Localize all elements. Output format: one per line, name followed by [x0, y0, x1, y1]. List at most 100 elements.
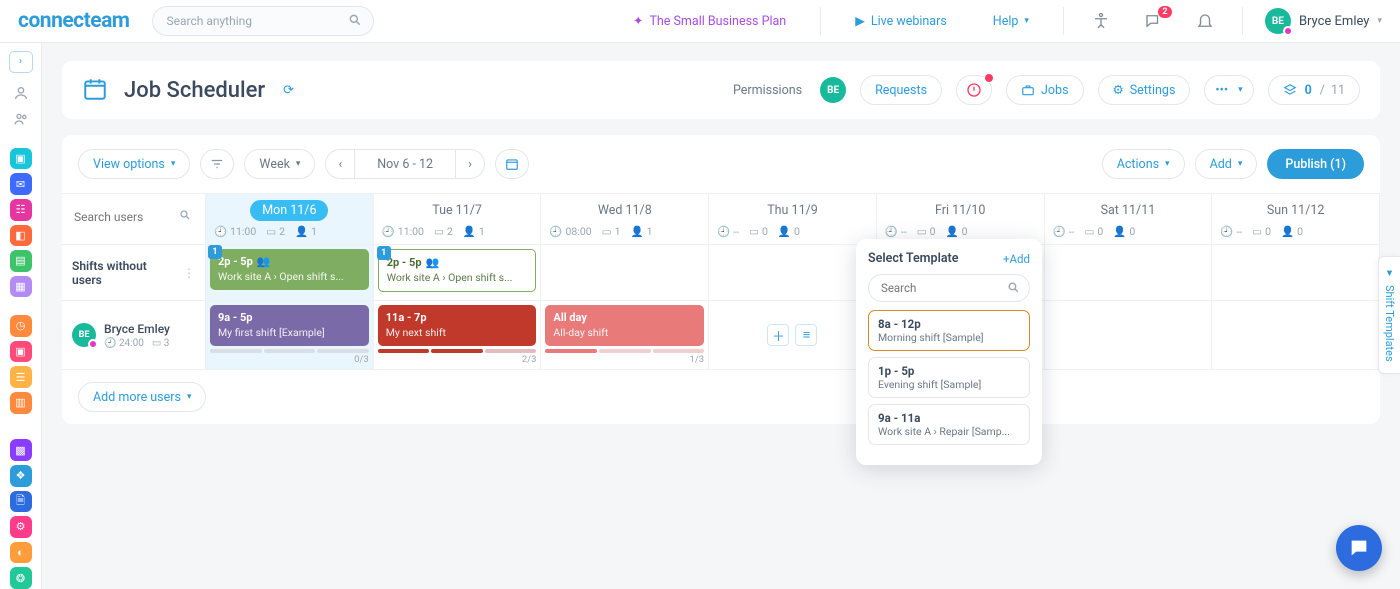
day-header-mon[interactable]: Mon 11/6 🕘 11:00▭ 2👤 1: [206, 194, 374, 245]
cell-unassigned-wed[interactable]: [541, 245, 709, 301]
nav-item-16[interactable]: ❂: [10, 567, 32, 589]
nav-item-10[interactable]: ▥: [10, 392, 32, 414]
template-item[interactable]: 8a - 12p Morning shift [Sample]: [868, 310, 1030, 351]
actions-button[interactable]: Actions▾: [1102, 149, 1185, 179]
nav-item-11[interactable]: ▩: [10, 439, 32, 461]
chat-fab[interactable]: [1336, 525, 1382, 571]
day-header-sat[interactable]: Sat 11/11 🕘 --▭ 0👤 0: [1045, 194, 1213, 245]
alert-button[interactable]: [956, 75, 992, 105]
plan-link[interactable]: ✦ The Small Business Plan: [621, 0, 798, 43]
day-header-thu[interactable]: Thu 11/9 🕘 --▭ 0👤 0: [709, 194, 877, 245]
shift-ratio: 0/3: [210, 354, 369, 365]
shift-card[interactable]: 1 2p - 5p 👥 Work site A › Open shift s..…: [210, 249, 369, 290]
template-item[interactable]: 1p - 5p Evening shift [Sample]: [868, 357, 1030, 398]
shift-card[interactable]: 11a - 7p My next shift: [378, 305, 537, 346]
day-header-wed[interactable]: Wed 11/8 🕘 08:00▭ 1👤 1: [541, 194, 709, 245]
nav-item-3[interactable]: ☷: [10, 199, 32, 221]
nav-item-15[interactable]: ◐: [10, 542, 32, 564]
nav-item-13[interactable]: 🗎: [10, 491, 32, 513]
shift-ratio: 2/3: [378, 354, 537, 365]
users-icon: 👥: [257, 255, 271, 270]
day-label: Tue 11/7: [420, 200, 494, 221]
cell-unassigned-sun[interactable]: [1212, 245, 1380, 301]
cell-user-sun[interactable]: [1212, 301, 1380, 370]
accessibility-button[interactable]: [1086, 12, 1116, 30]
nav-item-4[interactable]: ◧: [10, 225, 32, 247]
nav-item-7[interactable]: ◷: [10, 315, 32, 337]
cell-user-mon[interactable]: 9a - 5p My first shift [Example] 0/3: [206, 301, 374, 370]
day-header-sun[interactable]: Sun 11/12 🕘 --▭ 0👤 0: [1212, 194, 1380, 245]
user-name: Bryce Emley: [1299, 14, 1370, 29]
template-search-input[interactable]: [868, 274, 1030, 302]
nav-item-9[interactable]: ☰: [10, 366, 32, 388]
view-options-button[interactable]: View options▾: [78, 149, 190, 179]
cell-user-sat[interactable]: [1045, 301, 1213, 370]
briefcase-icon: [1021, 83, 1035, 97]
user-row-name: Bryce Emley: [104, 322, 170, 336]
brand-logo[interactable]: connecteam: [18, 9, 130, 33]
cell-unassigned-thu[interactable]: [709, 245, 877, 301]
day-label: Wed 11/8: [586, 200, 664, 221]
rail-expand-button[interactable]: ›: [9, 51, 33, 73]
notifications-button[interactable]: [1190, 12, 1220, 30]
nav-item-6[interactable]: ▦: [10, 276, 32, 298]
shift-card[interactable]: All day All-day shift: [545, 305, 704, 346]
calendar-button[interactable]: [495, 149, 529, 179]
shift-card[interactable]: 9a - 5p My first shift [Example]: [210, 305, 369, 346]
cell-unassigned-mon[interactable]: 1 2p - 5p 👥 Work site A › Open shift s..…: [206, 245, 374, 301]
publish-button[interactable]: Publish (1): [1267, 149, 1364, 179]
webinars-link[interactable]: ▶ Live webinars: [843, 0, 959, 43]
nav-users-icon[interactable]: [10, 108, 32, 130]
permissions-label: Permissions: [733, 83, 802, 98]
global-search[interactable]: [152, 6, 374, 36]
template-item[interactable]: 9a - 11a Work site A › Repair [Samp...: [868, 404, 1030, 445]
plan-label: The Small Business Plan: [649, 14, 786, 29]
cell-user-tue[interactable]: 11a - 7p My next shift 2/3: [374, 301, 542, 370]
page-header: Job Scheduler ⟳ Permissions BE Requests …: [62, 61, 1380, 119]
day-label: Fri 11/10: [923, 200, 997, 221]
published-count[interactable]: 0 / 11: [1268, 75, 1360, 105]
cell-user-thu[interactable]: ＋ ≡: [709, 301, 877, 370]
nav-item-1[interactable]: ▣: [10, 148, 32, 170]
shift-menu-button[interactable]: ≡: [795, 324, 817, 346]
cell-user-wed[interactable]: All day All-day shift 1/3: [541, 301, 709, 370]
messages-button[interactable]: 2: [1138, 12, 1168, 30]
jobs-button[interactable]: Jobs: [1006, 75, 1084, 105]
add-more-users-button[interactable]: Add more users▾: [78, 382, 206, 412]
popover-add-button[interactable]: +Add: [1003, 252, 1030, 266]
nav-item-8[interactable]: ▣: [10, 341, 32, 363]
shift-card[interactable]: 1 2p - 5p 👥 Work site A › Open shift s..…: [378, 249, 537, 292]
user-menu[interactable]: BE Bryce Emley ▾: [1265, 8, 1382, 34]
add-button[interactable]: Add▾: [1195, 149, 1258, 179]
search-users-input[interactable]: [70, 204, 197, 230]
chevron-down-icon: ▾: [1377, 16, 1382, 26]
granularity-button[interactable]: Week▾: [244, 149, 315, 179]
day-header-tue[interactable]: Tue 11/7 🕘 11:00▭ 2👤 1: [374, 194, 542, 245]
date-range-label[interactable]: Nov 6 - 12: [354, 149, 456, 179]
nav-item-14[interactable]: ⚙: [10, 516, 32, 538]
filter-button[interactable]: [200, 149, 234, 179]
permissions-avatar[interactable]: BE: [820, 77, 846, 103]
day-header-fri[interactable]: Fri 11/10 🕘 --▭ 0👤 0: [877, 194, 1045, 245]
requests-button[interactable]: Requests: [860, 75, 942, 105]
nav-user-icon[interactable]: [10, 83, 32, 105]
global-search-input[interactable]: [152, 6, 374, 36]
side-tab-label: Shift Templates: [1383, 285, 1396, 362]
help-link[interactable]: Help ▾: [981, 0, 1041, 43]
messages-badge: 2: [1158, 6, 1172, 18]
nav-item-5[interactable]: ▤: [10, 250, 32, 272]
date-range-picker[interactable]: ‹ Nov 6 - 12 ›: [325, 149, 484, 179]
cell-unassigned-sat[interactable]: [1045, 245, 1213, 301]
nav-item-2[interactable]: ✉: [10, 173, 32, 195]
more-button[interactable]: ••• ▾: [1204, 75, 1253, 105]
row-menu-button[interactable]: ⋮: [183, 266, 195, 280]
prev-week-button[interactable]: ‹: [325, 149, 354, 179]
nav-item-12[interactable]: ❖: [10, 465, 32, 487]
cell-unassigned-tue[interactable]: 1 2p - 5p 👥 Work site A › Open shift s..…: [374, 245, 542, 301]
next-week-button[interactable]: ›: [456, 149, 485, 179]
add-shift-button[interactable]: ＋: [767, 324, 789, 346]
settings-button[interactable]: ⚙ Settings: [1098, 75, 1191, 105]
shift-templates-tab[interactable]: Shift Templates ▴: [1378, 256, 1400, 374]
refresh-icon[interactable]: ⟳: [283, 83, 294, 98]
search-icon: [348, 13, 362, 27]
